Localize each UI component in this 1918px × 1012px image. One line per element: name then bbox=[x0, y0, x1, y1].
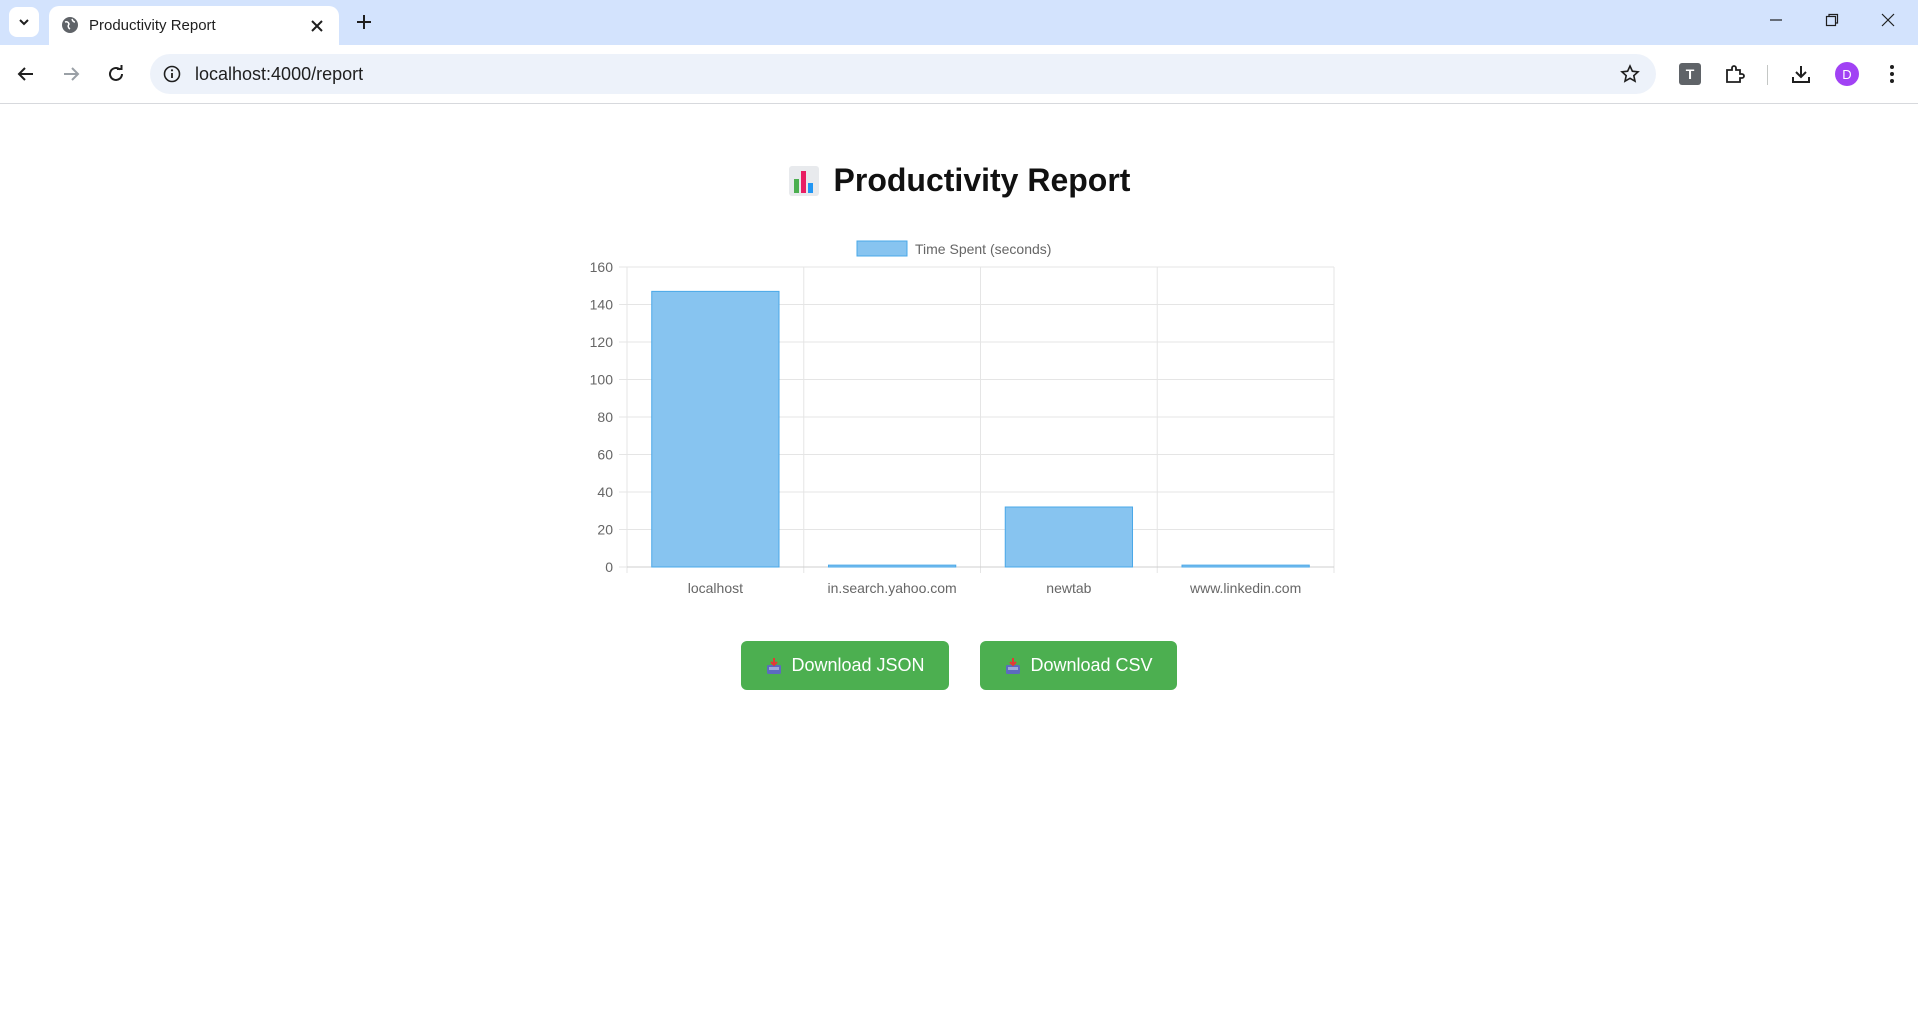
download-json-label: Download JSON bbox=[791, 655, 925, 675]
x-tick-label: newtab bbox=[1046, 580, 1091, 596]
y-tick-label: 20 bbox=[597, 522, 613, 538]
minimize-button[interactable] bbox=[1748, 0, 1804, 40]
address-bar[interactable]: localhost:4000/report bbox=[150, 54, 1656, 94]
reload-icon bbox=[109, 65, 123, 81]
y-tick-label: 80 bbox=[597, 409, 613, 425]
chevron-down-icon bbox=[19, 19, 29, 26]
legend-label: Time Spent (seconds) bbox=[915, 241, 1051, 257]
info-icon bbox=[163, 65, 181, 83]
y-tick-label: 40 bbox=[597, 484, 613, 500]
tab-search-button[interactable] bbox=[9, 7, 39, 37]
inbox-tray-icon bbox=[767, 657, 782, 674]
y-tick-label: 160 bbox=[590, 259, 614, 275]
page-title: Productivity Report bbox=[833, 162, 1131, 198]
bar-localhost bbox=[651, 290, 780, 568]
download-json-button[interactable]: Download JSON bbox=[741, 641, 949, 690]
close-window-button[interactable] bbox=[1860, 0, 1916, 40]
toolbar-separator bbox=[1767, 65, 1768, 85]
download-csv-label: Download CSV bbox=[1030, 655, 1153, 675]
site-info-icon[interactable] bbox=[160, 62, 184, 86]
star-icon bbox=[1620, 64, 1640, 83]
tab-title: Productivity Report bbox=[89, 17, 216, 34]
arrow-left-icon bbox=[17, 67, 33, 81]
downloads-button[interactable] bbox=[1783, 56, 1819, 92]
bar-newtab bbox=[1004, 506, 1134, 568]
close-icon bbox=[311, 20, 323, 32]
y-tick-label: 60 bbox=[597, 447, 613, 463]
bar-chart-icon bbox=[788, 165, 819, 196]
restore-button[interactable] bbox=[1804, 0, 1860, 40]
bar-chart: 0 20 40 60 80 100 120 140 160 localhost in.search.… bbox=[590, 240, 1335, 596]
y-tick-label: 140 bbox=[590, 297, 614, 313]
active-tab[interactable]: Productivity Report bbox=[49, 6, 339, 45]
y-tick-label: 0 bbox=[605, 559, 613, 575]
new-tab-button[interactable] bbox=[350, 8, 378, 36]
arrow-right-icon bbox=[64, 67, 80, 81]
profile-button[interactable]: D bbox=[1829, 56, 1865, 92]
plus-icon bbox=[357, 15, 371, 29]
bar-in.search.yahoo.com bbox=[827, 564, 957, 568]
extension-t-icon: T bbox=[1679, 63, 1701, 85]
close-icon bbox=[1881, 13, 1895, 27]
forward-button[interactable] bbox=[53, 56, 89, 92]
x-tick-label: www.linkedin.com bbox=[1189, 580, 1301, 596]
extensions-button[interactable] bbox=[1717, 56, 1753, 92]
time-spent-chart: 0 20 40 60 80 100 120 140 160 localhost in.search.… bbox=[560, 230, 1350, 610]
x-tick-label: in.search.yahoo.com bbox=[828, 580, 957, 596]
y-tick-label: 100 bbox=[590, 372, 614, 388]
menu-button[interactable] bbox=[1874, 56, 1910, 92]
tab-strip: Productivity Report bbox=[0, 0, 1918, 45]
globe-icon bbox=[62, 17, 78, 33]
inbox-tray-icon bbox=[1006, 657, 1021, 674]
page-heading: Productivity Report bbox=[0, 162, 1918, 199]
tab-close-button[interactable] bbox=[306, 15, 328, 37]
more-vert-icon bbox=[1890, 65, 1894, 83]
url-text[interactable]: localhost:4000/report bbox=[195, 64, 363, 85]
download-csv-button[interactable]: Download CSV bbox=[980, 641, 1177, 690]
bar-www.linkedin.com bbox=[1181, 564, 1310, 568]
reload-button[interactable] bbox=[98, 56, 134, 92]
legend-swatch bbox=[856, 240, 908, 257]
y-tick-label: 120 bbox=[590, 334, 614, 350]
minimize-icon bbox=[1770, 19, 1782, 21]
browser-toolbar: localhost:4000/report T D bbox=[0, 45, 1918, 104]
x-tick-label: localhost bbox=[688, 580, 743, 596]
restore-icon bbox=[1825, 13, 1839, 27]
bookmark-star-icon[interactable] bbox=[1618, 62, 1642, 86]
puzzle-icon bbox=[1726, 65, 1745, 83]
back-button[interactable] bbox=[8, 56, 44, 92]
avatar: D bbox=[1835, 62, 1859, 86]
extension-t-button[interactable]: T bbox=[1672, 56, 1708, 92]
download-icon bbox=[1792, 66, 1810, 83]
